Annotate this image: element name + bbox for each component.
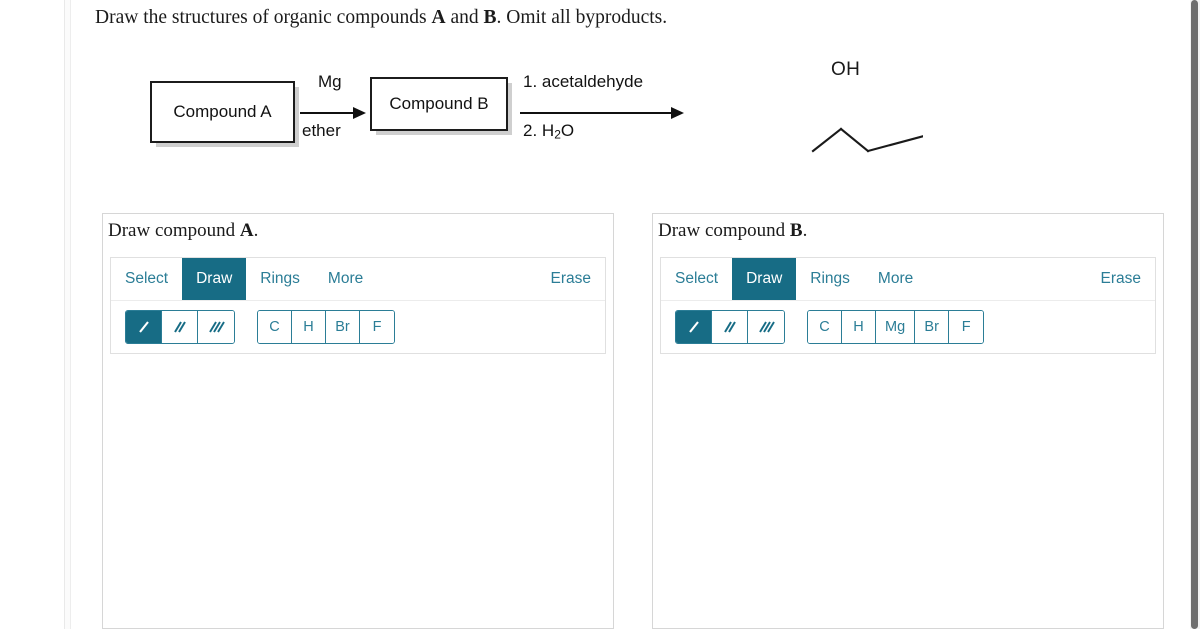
single-bond-icon bbox=[138, 321, 149, 333]
arrow-shaft bbox=[300, 112, 355, 114]
prompt-text-1: Draw the structures of organic compounds bbox=[95, 7, 432, 28]
page-left-gutter bbox=[0, 0, 65, 629]
compound-a-box: Compound A bbox=[150, 81, 295, 143]
triple-bond-button-b[interactable] bbox=[748, 311, 784, 343]
arrow-head bbox=[671, 107, 684, 119]
reagent-water-subscript: 2 bbox=[554, 127, 561, 142]
panel-b-title-suffix: . bbox=[802, 220, 808, 241]
element-group-a: C H Br F bbox=[257, 310, 395, 344]
tabbar-spacer bbox=[377, 258, 536, 300]
tab-select-a[interactable]: Select bbox=[111, 258, 182, 300]
tab-draw-b[interactable]: Draw bbox=[732, 258, 797, 300]
panel-a-title-bold: A bbox=[239, 220, 254, 241]
reaction-arrow-1 bbox=[300, 106, 366, 120]
element-button-c-a[interactable]: C bbox=[258, 311, 292, 343]
molecule-editor-b: Select Draw Rings More Erase C H Mg Br F bbox=[660, 257, 1156, 354]
compound-b-box: Compound B bbox=[370, 77, 508, 131]
molecule-svg bbox=[811, 127, 923, 153]
prompt-text-3: . Omit all byproducts. bbox=[496, 7, 668, 28]
question-prompt: Draw the structures of organic compounds… bbox=[95, 5, 795, 30]
element-button-f-a[interactable]: F bbox=[360, 311, 394, 343]
bond-type-group-a bbox=[125, 310, 235, 344]
scrollbar-thumb[interactable] bbox=[1191, 0, 1198, 629]
single-bond-button-a[interactable] bbox=[126, 311, 162, 343]
compound-b-label: Compound B bbox=[389, 94, 489, 113]
bond-type-group-b bbox=[675, 310, 785, 344]
prompt-text-2: and bbox=[445, 7, 484, 28]
tab-more-b[interactable]: More bbox=[864, 258, 927, 300]
bond-c3-c4 bbox=[866, 135, 923, 153]
tab-rings-a[interactable]: Rings bbox=[246, 258, 314, 300]
double-bond-button-b[interactable] bbox=[712, 311, 748, 343]
answer-panel-compound-a: Draw compound A. Select Draw Rings More … bbox=[102, 213, 614, 629]
product-structure-2-pentanol: OH bbox=[703, 30, 923, 180]
triple-bond-icon bbox=[209, 321, 225, 333]
reaction-arrow-2 bbox=[520, 106, 685, 120]
element-button-mg-b[interactable]: Mg bbox=[876, 311, 916, 343]
triple-bond-icon bbox=[759, 321, 775, 333]
triple-bond-button-a[interactable] bbox=[198, 311, 234, 343]
bond-c1-c2 bbox=[811, 127, 843, 153]
element-button-h-a[interactable]: H bbox=[292, 311, 326, 343]
tab-rings-b[interactable]: Rings bbox=[796, 258, 864, 300]
molecule-editor-a: Select Draw Rings More Erase C H Br F bbox=[110, 257, 606, 354]
answer-panel-compound-b: Draw compound B. Select Draw Rings More … bbox=[652, 213, 1164, 629]
panel-a-title-suffix: . bbox=[253, 220, 259, 241]
arrow-head bbox=[353, 107, 366, 119]
panel-a-title-prefix: Draw compound bbox=[108, 220, 240, 241]
tab-draw-a[interactable]: Draw bbox=[182, 258, 247, 300]
tab-erase-b[interactable]: Erase bbox=[1087, 258, 1156, 300]
element-button-c-b[interactable]: C bbox=[808, 311, 842, 343]
reaction-scheme: Compound A Mg ether Compound B 1. acetal… bbox=[95, 30, 925, 180]
page-scrollbar[interactable] bbox=[1190, 0, 1200, 629]
tab-erase-a[interactable]: Erase bbox=[537, 258, 606, 300]
editor-a-toolrow: C H Br F bbox=[111, 301, 605, 353]
drawing-canvas-b[interactable] bbox=[660, 366, 1156, 628]
element-button-h-b[interactable]: H bbox=[842, 311, 876, 343]
prompt-bold-b: B bbox=[483, 7, 497, 28]
drawing-canvas-a[interactable] bbox=[110, 366, 606, 628]
reagent-mg: Mg bbox=[318, 72, 342, 91]
tab-select-b[interactable]: Select bbox=[661, 258, 732, 300]
element-button-f-b[interactable]: F bbox=[949, 311, 984, 343]
editor-a-tabbar: Select Draw Rings More Erase bbox=[111, 258, 605, 301]
editor-b-toolrow: C H Mg Br F bbox=[661, 301, 1155, 353]
bond-c2-c3 bbox=[839, 127, 870, 153]
tab-more-a[interactable]: More bbox=[314, 258, 377, 300]
panel-b-title: Draw compound B. bbox=[658, 220, 807, 242]
double-bond-icon bbox=[173, 321, 186, 333]
prompt-bold-a: A bbox=[431, 7, 446, 28]
element-button-br-a[interactable]: Br bbox=[326, 311, 360, 343]
reagent-water-prefix: 2. H bbox=[523, 121, 555, 140]
single-bond-button-b[interactable] bbox=[676, 311, 712, 343]
reagent-ether: ether bbox=[302, 121, 341, 140]
hydroxyl-label: OH bbox=[831, 59, 861, 80]
tabbar-spacer bbox=[927, 258, 1086, 300]
element-button-br-b[interactable]: Br bbox=[915, 311, 950, 343]
editor-b-tabbar: Select Draw Rings More Erase bbox=[661, 258, 1155, 301]
arrow-shaft bbox=[520, 112, 673, 114]
element-group-b: C H Mg Br F bbox=[807, 310, 985, 344]
page-left-divider bbox=[65, 0, 71, 629]
panel-a-title: Draw compound A. bbox=[108, 220, 258, 242]
panel-b-title-prefix: Draw compound bbox=[658, 220, 790, 241]
panel-b-title-bold: B bbox=[789, 220, 803, 241]
double-bond-icon bbox=[723, 321, 736, 333]
reagent-acetaldehyde: 1. acetaldehyde bbox=[523, 72, 644, 91]
double-bond-button-a[interactable] bbox=[162, 311, 198, 343]
compound-a-label: Compound A bbox=[173, 102, 272, 121]
reagent-water-suffix: O bbox=[560, 121, 575, 140]
single-bond-icon bbox=[688, 321, 699, 333]
reagent-water: 2. H2O bbox=[523, 121, 574, 142]
